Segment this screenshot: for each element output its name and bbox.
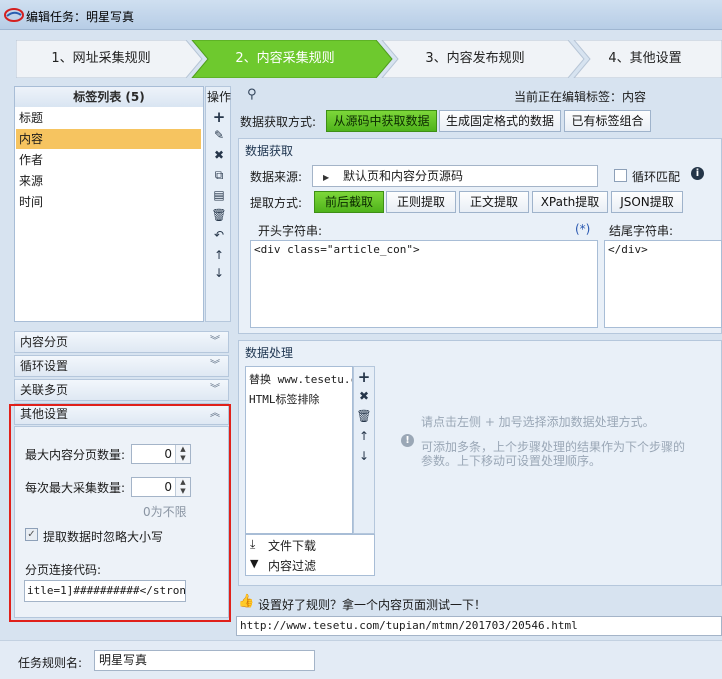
extract-regex[interactable]: 正则提取: [386, 191, 456, 213]
fetch-mode-label: 数据获取方式:: [240, 115, 317, 129]
move-up-icon[interactable]: ↑: [209, 248, 229, 262]
step-content-rules[interactable]: 2、内容采集规则: [200, 40, 370, 78]
end-string-label: 结尾字符串:: [609, 224, 674, 238]
task-name-input[interactable]: 明星写真: [94, 650, 315, 671]
clear-process-icon[interactable]: 🗑: [354, 409, 374, 423]
start-string-input[interactable]: <div class="article_con">: [250, 240, 598, 328]
fetch-mode-tag-combo[interactable]: 已有标签组合: [564, 110, 651, 132]
extract-body-text[interactable]: 正文提取: [459, 191, 529, 213]
test-url-input[interactable]: http://www.tesetu.com/tupian/mtmn/201703…: [236, 616, 722, 636]
add-icon[interactable]: +: [209, 108, 229, 126]
fetch-mode-fixed-format[interactable]: 生成固定格式的数据: [439, 110, 561, 132]
clear-icon[interactable]: 🗑: [209, 208, 229, 222]
ops-header: 操作: [206, 90, 231, 104]
pin-icon: ⚲: [247, 87, 257, 102]
chevron-down-icon: ︾: [210, 360, 220, 371]
highlight-box: [9, 404, 231, 622]
loop-match-checkbox[interactable]: [614, 169, 627, 182]
content-filter-button[interactable]: 内容过滤: [268, 557, 316, 574]
paste-icon[interactable]: ▤: [209, 188, 229, 202]
tag-list-header: 标签列表 (5): [15, 87, 203, 107]
download-icon: ⤓: [250, 537, 256, 551]
process-list: 替换 www.tesetu.c HTML标签排除: [245, 366, 353, 534]
accordion-content-paging[interactable]: 内容分页 ︾: [14, 331, 229, 353]
copy-icon[interactable]: ⧉: [209, 168, 229, 183]
extract-label: 提取方式:: [250, 196, 303, 210]
accordion-content-paging-label: 内容分页: [20, 335, 69, 349]
file-download-button[interactable]: 文件下载: [268, 537, 316, 554]
editing-tag-label: 当前正在编辑标签：内容: [514, 90, 647, 104]
process-item-html-exclude[interactable]: HTML标签排除: [249, 391, 320, 407]
delete-icon[interactable]: ✖: [209, 148, 229, 162]
chevron-down-icon: ︾: [210, 336, 220, 347]
tag-item-source[interactable]: 来源: [16, 171, 201, 191]
tag-list: 标题 内容 作者 来源 时间: [15, 108, 203, 320]
loop-match-label: 循环匹配: [632, 170, 681, 184]
move-up-process-icon[interactable]: ↑: [354, 429, 374, 443]
extract-before-after[interactable]: 前后截取: [314, 191, 384, 213]
thumbs-up-icon: 👍: [238, 594, 255, 609]
tag-item-title[interactable]: 标题: [16, 108, 201, 128]
extract-xpath[interactable]: XPath提取: [532, 191, 608, 213]
filter-icon: ▼: [250, 557, 259, 570]
undo-icon[interactable]: ↶: [209, 228, 229, 242]
chevron-down-icon: ︾: [210, 384, 220, 395]
edit-icon[interactable]: ✎: [209, 128, 229, 142]
app-logo-icon: [4, 8, 24, 22]
move-down-process-icon[interactable]: ↓: [354, 449, 374, 463]
step-other-settings[interactable]: 4、其他设置: [585, 40, 705, 78]
step-url-rules[interactable]: 1、网址采集规则: [16, 40, 186, 78]
data-process-title: 数据处理: [245, 346, 294, 360]
start-string-label: 开头字符串:: [258, 224, 323, 238]
process-item-replace[interactable]: 替换 www.tesetu.c: [249, 371, 352, 387]
end-string-input[interactable]: </div>: [604, 240, 722, 328]
task-name-label: 任务规则名:: [18, 656, 83, 670]
accordion-loop-settings-label: 循环设置: [20, 359, 69, 373]
extract-json[interactable]: JSON提取: [611, 191, 683, 213]
test-prompt: 设置好了规则？拿一个内容页面测试一下！: [258, 598, 487, 612]
delete-process-icon[interactable]: ✖: [354, 389, 374, 403]
tag-item-content[interactable]: 内容: [16, 129, 201, 149]
tag-item-time[interactable]: 时间: [16, 192, 201, 212]
exclamation-icon: !: [401, 434, 414, 447]
info-icon[interactable]: i: [691, 167, 704, 180]
wildcard-link[interactable]: (*): [575, 222, 590, 236]
accordion-multi-page-label: 关联多页: [20, 383, 69, 397]
accordion-multi-page[interactable]: 关联多页 ︾: [14, 379, 229, 401]
process-hint-add: 请点击左侧 + 加号选择添加数据处理方式。: [421, 415, 655, 429]
move-down-icon[interactable]: ↓: [209, 266, 229, 280]
add-process-icon[interactable]: +: [354, 368, 374, 386]
tag-item-author[interactable]: 作者: [16, 150, 201, 170]
data-fetch-title: 数据获取: [245, 144, 294, 158]
step-publish-rules[interactable]: 3、内容发布规则: [390, 40, 560, 78]
process-hint-order: 可添加多条，上个步骤处理的结果作为下个步骤的参数。上下移动可设置处理顺序。: [421, 440, 686, 468]
source-label: 数据来源:: [250, 170, 303, 184]
source-value: 默认页和内容分页源码: [342, 169, 463, 183]
source-select[interactable]: ▶ 默认页和内容分页源码: [312, 165, 598, 187]
accordion-loop-settings[interactable]: 循环设置 ︾: [14, 355, 229, 377]
fetch-mode-source[interactable]: 从源码中获取数据: [326, 110, 437, 132]
window-title: 编辑任务：明星写真: [26, 10, 135, 24]
caret-right-icon: ▶: [323, 173, 330, 182]
